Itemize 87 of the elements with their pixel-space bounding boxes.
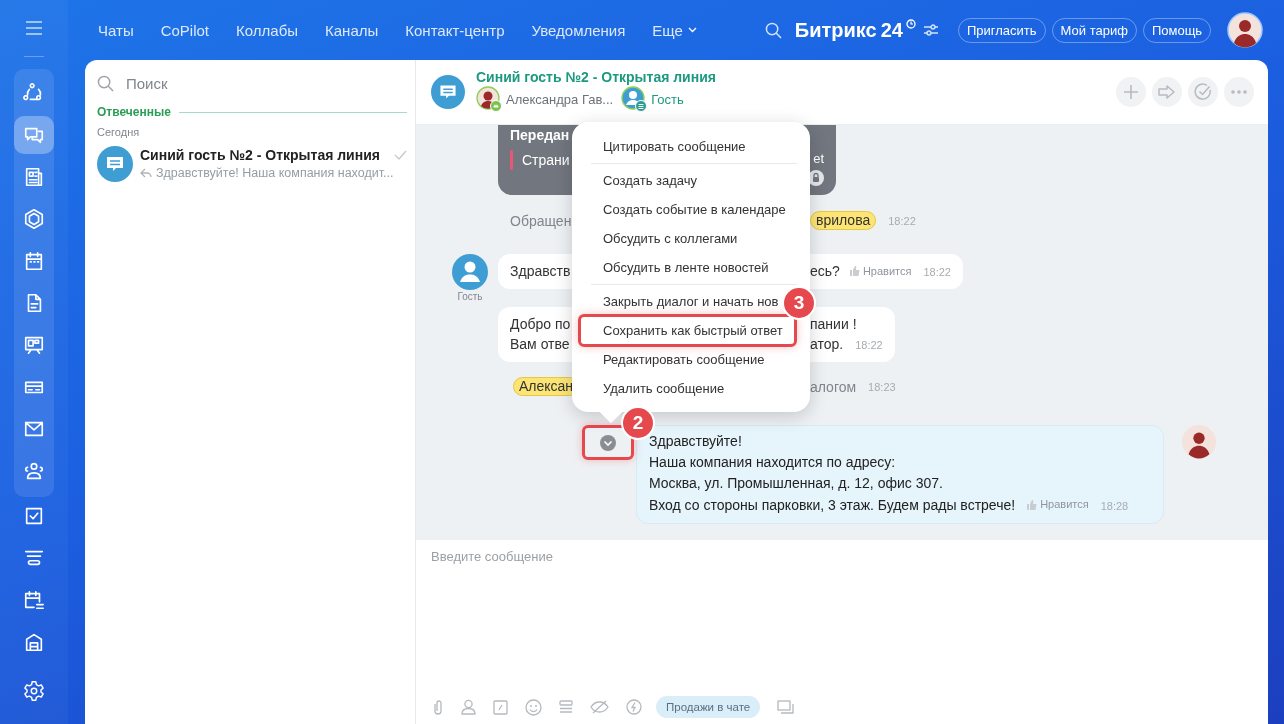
menu-item[interactable]: Цитировать сообщение — [578, 132, 746, 161]
people-icon — [23, 460, 45, 482]
nav-link[interactable]: Каналы — [325, 21, 379, 39]
message-text: есь? — [810, 262, 840, 281]
search-field[interactable]: Поиск — [124, 74, 328, 93]
message-time: 18:28 — [1100, 498, 1129, 514]
finish-button[interactable] — [1188, 77, 1218, 107]
message-time: 18:22 — [923, 265, 951, 280]
date-label: Сегодня — [96, 125, 141, 138]
nav-link[interactable]: CoPilot — [160, 21, 210, 39]
message-text: Наша компания находится по адресу: — [649, 453, 896, 472]
nav-link[interactable]: Контакт-центр — [405, 21, 505, 39]
member-name[interactable]: Гость — [651, 91, 684, 107]
message-text: et — [813, 151, 824, 166]
message-preview: Здравствуйте! Наша компания находит... — [156, 166, 394, 180]
plus-icon — [1124, 85, 1138, 99]
author-name: Гость — [457, 291, 483, 302]
smile-icon[interactable] — [525, 698, 542, 716]
arrow-icon — [1158, 85, 1176, 99]
message-text: Вход со стороны парковки, 3 этаж. Будем рады встрече! — [649, 495, 1016, 515]
check-icon — [1194, 83, 1212, 101]
thumb-up-icon — [849, 266, 860, 276]
guest-avatar[interactable] — [452, 254, 488, 290]
system-message: алогом — [810, 378, 857, 395]
lightning-icon[interactable] — [626, 699, 642, 715]
system-message: Обращен — [510, 212, 572, 229]
news-icon — [23, 166, 45, 188]
nav-link[interactable]: Чаты — [98, 21, 134, 39]
message-time: 18:23 — [868, 380, 896, 393]
hexagon-icon — [23, 208, 45, 230]
like-button[interactable]: Нравится — [849, 261, 912, 281]
message-time: 18:22 — [855, 338, 883, 353]
template-icon[interactable] — [559, 699, 573, 715]
person-icon[interactable] — [461, 699, 476, 715]
message-text: атор. — [810, 335, 844, 354]
user-mention[interactable]: врилова — [810, 211, 877, 230]
message-text: Вам отве — [510, 335, 570, 354]
message-title: Передан — [510, 127, 570, 143]
logo: Битрикс 24 — [794, 18, 903, 42]
sales-button[interactable]: Продажи в чате — [656, 696, 761, 718]
user-avatar — [1182, 425, 1216, 459]
menu-item[interactable]: Удалить сообщение — [578, 374, 725, 403]
store-icon — [23, 631, 45, 653]
member-name[interactable]: Александра Гав... — [506, 91, 614, 107]
attach-icon[interactable] — [432, 698, 444, 716]
checkbox-icon — [23, 505, 45, 527]
calendar-icon — [23, 250, 45, 272]
nav-link[interactable]: Еще — [652, 21, 697, 39]
menu-item[interactable]: Обсудить с коллегами — [578, 224, 738, 253]
clock-icon — [906, 19, 916, 29]
guest-avatar[interactable] — [621, 86, 648, 112]
user-avatar[interactable] — [1227, 12, 1264, 48]
message-text: Москва, ул. Промышленная, д. 12, офис 307. — [649, 474, 943, 493]
chat-bubble-icon — [97, 146, 133, 182]
search-icon — [97, 75, 114, 92]
search-icon[interactable] — [764, 21, 782, 39]
nav-link[interactable]: Уведомления — [531, 21, 626, 39]
app-button[interactable] — [14, 116, 54, 154]
more-icon — [1231, 90, 1247, 94]
like-button[interactable]: Нравится — [1027, 494, 1089, 515]
thumb-up-icon — [1027, 499, 1038, 510]
hidden-icon[interactable] — [590, 700, 609, 714]
reply-icon — [140, 168, 152, 178]
chat-title[interactable]: Синий гость №2 - Открытая линия — [476, 69, 1105, 85]
schedule-icon — [23, 589, 45, 611]
menu-item[interactable]: Создать задачу — [578, 166, 697, 195]
menu-icon[interactable] — [25, 21, 43, 35]
sliders-icon[interactable] — [924, 24, 938, 36]
chat-list-item[interactable]: Синий гость №2 - Открытая линия Здравствуйте! Наша компания находит... — [85, 138, 415, 190]
presentation-icon — [23, 334, 45, 356]
menu-item[interactable]: Сохранить как быстрый ответ — [578, 314, 797, 347]
message-text: Добро по — [510, 315, 571, 334]
menu-item[interactable]: Редактировать сообщение — [578, 345, 765, 374]
message-text: Здравств — [510, 262, 571, 281]
section-title: Отвеченные — [97, 105, 171, 119]
chat-bubble-icon — [431, 75, 465, 109]
nav-link[interactable]: Коллабы — [236, 21, 298, 39]
menu-item[interactable]: Создать событие в календаре — [578, 195, 786, 224]
caret-icon — [687, 27, 697, 33]
menu-item[interactable]: Обсудить в ленте новостей — [578, 253, 769, 282]
chevron-icon — [600, 434, 616, 451]
settings-icon[interactable] — [23, 680, 45, 702]
message-time: 18:22 — [888, 214, 916, 227]
chat-title: Синий гость №2 - Открытая линия — [140, 147, 380, 163]
menu-item[interactable]: Закрыть диалог и начать нов — [578, 287, 779, 316]
operator-avatar[interactable] — [476, 86, 502, 112]
quote-text: Страни — [522, 152, 570, 168]
